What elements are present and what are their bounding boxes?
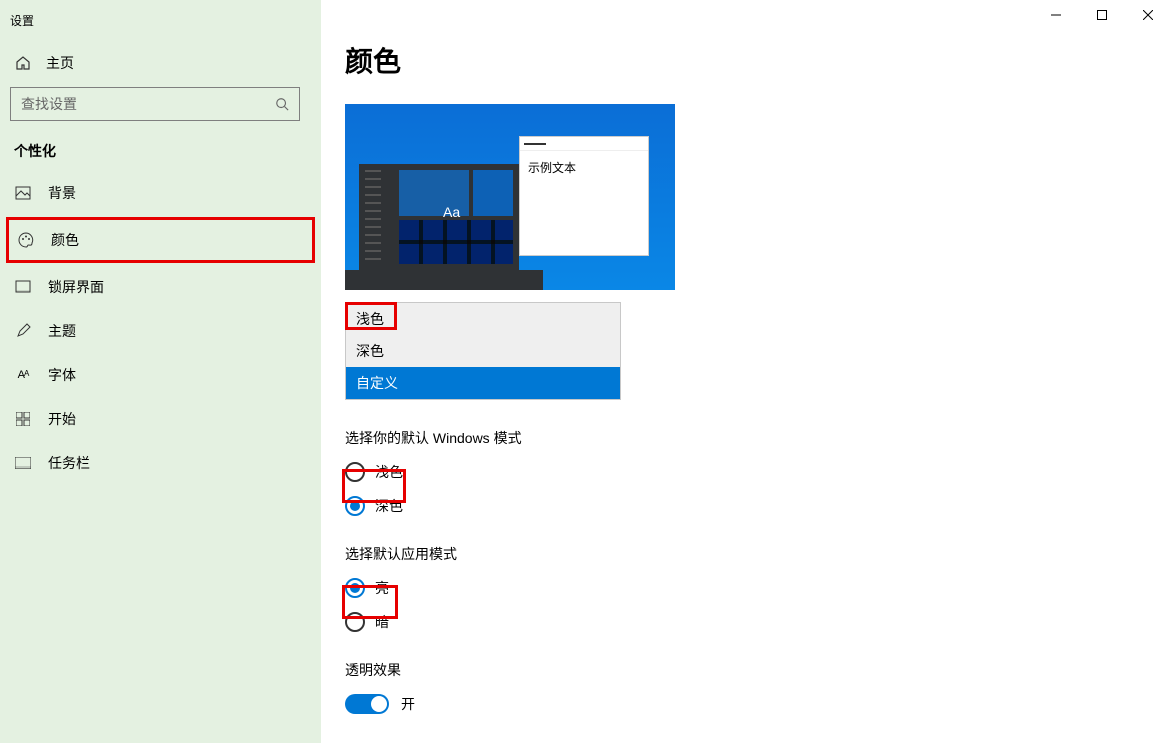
radio-icon: [345, 612, 365, 632]
lock-screen-icon: [14, 279, 32, 295]
sidebar-label-colors: 颜色: [51, 230, 79, 250]
sidebar-label-lockscreen: 锁屏界面: [48, 277, 104, 297]
windows-mode-dark[interactable]: 深色: [345, 496, 1171, 516]
dropdown-option-dark[interactable]: 深色: [346, 335, 620, 367]
color-preview: Aa 示例文本: [345, 104, 675, 290]
home-link[interactable]: 主页: [0, 33, 321, 87]
preview-sample-text: 示例文本: [520, 151, 648, 184]
preview-tiles-grid: [399, 220, 513, 264]
app-mode-light[interactable]: 亮: [345, 578, 1171, 598]
image-icon: [14, 185, 32, 201]
radio-icon: [345, 578, 365, 598]
sidebar-label-background: 背景: [48, 183, 76, 203]
windows-mode-label: 选择你的默认 Windows 模式: [345, 428, 1171, 448]
sidebar-label-taskbar: 任务栏: [48, 453, 90, 473]
search-placeholder: 查找设置: [21, 94, 77, 114]
app-mode-dark[interactable]: 暗: [345, 612, 1171, 632]
font-icon: AA: [14, 369, 32, 381]
transparency-state: 开: [401, 694, 415, 714]
maximize-button[interactable]: [1079, 0, 1125, 30]
close-button[interactable]: [1125, 0, 1171, 30]
window-title: 设置: [0, 8, 321, 33]
sidebar: 设置 主页 查找设置 个性化 背景 颜色 锁屏界面: [0, 0, 321, 743]
sidebar-label-start: 开始: [48, 409, 76, 429]
window-controls: [1033, 0, 1171, 30]
radio-label-dark: 深色: [375, 496, 403, 516]
category-title: 个性化: [0, 121, 321, 171]
radio-label-light: 浅色: [375, 462, 403, 482]
brush-icon: [14, 323, 32, 339]
radio-label-app-dark: 暗: [375, 612, 389, 632]
color-mode-dropdown[interactable]: 浅色 深色 自定义: [345, 302, 621, 400]
sidebar-item-taskbar[interactable]: 任务栏: [0, 441, 321, 485]
minimize-button[interactable]: [1033, 0, 1079, 30]
home-icon: [14, 55, 32, 71]
radio-icon: [345, 462, 365, 482]
sidebar-item-start[interactable]: 开始: [0, 397, 321, 441]
palette-icon: [17, 232, 35, 248]
dropdown-option-custom[interactable]: 自定义: [346, 367, 620, 399]
radio-icon: [345, 496, 365, 516]
content-pane: 颜色 Aa 示例文本 浅色 深色 自定义 选择你的默认 Windows 模式: [321, 0, 1171, 743]
preview-tile-text: Aa: [443, 204, 460, 220]
taskbar-icon: [14, 457, 32, 469]
search-icon: [275, 97, 289, 111]
preview-start-menu: Aa: [359, 164, 519, 270]
search-input[interactable]: 查找设置: [10, 87, 300, 121]
transparency-label: 透明效果: [345, 660, 1171, 680]
radio-label-app-light: 亮: [375, 578, 389, 598]
sidebar-item-themes[interactable]: 主题: [0, 309, 321, 353]
sidebar-item-lockscreen[interactable]: 锁屏界面: [0, 265, 321, 309]
app-mode-label: 选择默认应用模式: [345, 544, 1171, 564]
preview-window-titlebar: [520, 137, 648, 151]
transparency-toggle[interactable]: [345, 694, 389, 714]
sidebar-item-fonts[interactable]: AA 字体: [0, 353, 321, 397]
sidebar-item-colors[interactable]: 颜色: [6, 217, 315, 263]
dropdown-option-light[interactable]: 浅色: [346, 303, 620, 335]
sidebar-label-themes: 主题: [48, 321, 76, 341]
home-label: 主页: [46, 53, 74, 73]
windows-mode-light[interactable]: 浅色: [345, 462, 1171, 482]
preview-taskbar: [345, 270, 543, 290]
preview-tile: [473, 170, 513, 216]
sidebar-label-fonts: 字体: [48, 365, 76, 385]
start-icon: [14, 412, 32, 426]
preview-window: 示例文本: [519, 136, 649, 256]
sidebar-item-background[interactable]: 背景: [0, 171, 321, 215]
